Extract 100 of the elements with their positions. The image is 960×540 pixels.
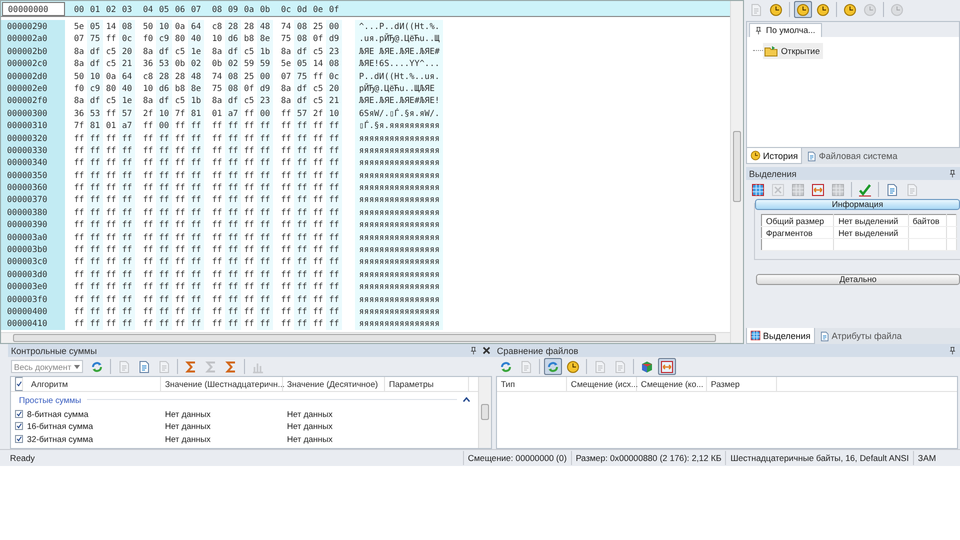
hex-byte[interactable]: 08: [294, 32, 310, 45]
checkbox[interactable]: [15, 410, 23, 418]
hex-byte[interactable]: 59: [257, 57, 273, 70]
hex-byte[interactable]: 05: [87, 20, 103, 32]
hex-byte[interactable]: ff: [119, 268, 135, 280]
hex-byte[interactable]: c5: [310, 44, 326, 58]
hex-byte[interactable]: ff: [278, 206, 294, 218]
hex-byte[interactable]: ff: [278, 255, 294, 268]
hex-byte[interactable]: ff: [294, 317, 310, 330]
scope-dropdown[interactable]: Весь документ: [11, 360, 83, 374]
hex-byte[interactable]: ff: [156, 292, 172, 305]
toolbar-button[interactable]: [658, 358, 676, 376]
hex-byte[interactable]: ff: [172, 243, 188, 256]
hex-byte[interactable]: 57: [119, 106, 135, 120]
hex-byte[interactable]: ff: [87, 218, 103, 231]
hex-byte[interactable]: f0: [140, 32, 156, 45]
hex-byte[interactable]: 02: [188, 57, 204, 70]
hex-byte[interactable]: 48: [257, 20, 273, 32]
hex-byte[interactable]: d6: [225, 32, 241, 45]
hex-byte[interactable]: 00: [156, 119, 172, 132]
hex-byte[interactable]: ff: [241, 218, 257, 231]
hex-byte[interactable]: 25: [310, 20, 326, 32]
hex-byte[interactable]: ff: [140, 218, 156, 231]
hex-byte[interactable]: ff: [257, 119, 273, 132]
hex-byte[interactable]: ff: [257, 181, 273, 194]
tree-item[interactable]: Открытие: [763, 43, 823, 59]
hex-byte[interactable]: ff: [294, 144, 310, 156]
hex-byte[interactable]: ff: [326, 255, 342, 268]
hex-byte[interactable]: c5: [172, 94, 188, 107]
hex-byte[interactable]: ff: [140, 144, 156, 156]
hex-byte[interactable]: ff: [209, 280, 225, 293]
hex-byte[interactable]: ff: [310, 206, 326, 218]
hex-byte[interactable]: 1b: [188, 94, 204, 107]
hex-byte[interactable]: a7: [119, 119, 135, 132]
hex-byte[interactable]: ff: [87, 230, 103, 244]
hex-byte[interactable]: ff: [209, 193, 225, 206]
hex-byte[interactable]: ff: [188, 255, 204, 268]
hex-byte[interactable]: ff: [225, 193, 241, 206]
hex-byte[interactable]: ff: [326, 132, 342, 144]
hex-byte[interactable]: ff: [87, 255, 103, 268]
hex-byte[interactable]: ff: [310, 304, 326, 318]
hex-byte[interactable]: ff: [119, 255, 135, 268]
hex-byte[interactable]: ff: [156, 144, 172, 156]
toolbar-button[interactable]: [544, 358, 562, 376]
hex-byte[interactable]: 80: [103, 82, 119, 94]
hex-byte[interactable]: ff: [103, 230, 119, 244]
hex-byte[interactable]: c5: [241, 44, 257, 58]
vertical-scrollbar[interactable]: [478, 377, 491, 448]
hex-byte[interactable]: 5e: [278, 57, 294, 70]
hex-byte[interactable]: ff: [241, 255, 257, 268]
hex-byte[interactable]: ff: [172, 119, 188, 132]
hex-byte[interactable]: c5: [103, 44, 119, 58]
hex-byte[interactable]: ff: [140, 181, 156, 194]
hex-byte[interactable]: 8a: [140, 94, 156, 107]
hex-byte[interactable]: c8: [140, 70, 156, 82]
hex-byte[interactable]: ff: [209, 317, 225, 330]
hex-byte[interactable]: ff: [225, 268, 241, 280]
hex-byte[interactable]: ff: [188, 304, 204, 318]
hex-byte[interactable]: ff: [71, 243, 87, 256]
hex-byte[interactable]: ff: [188, 193, 204, 206]
collapse-icon[interactable]: [462, 397, 470, 402]
hex-byte[interactable]: ff: [241, 206, 257, 218]
hex-byte[interactable]: d9: [326, 32, 342, 45]
column-header[interactable]: Значение (Десятичное): [283, 377, 385, 392]
hex-byte[interactable]: ff: [71, 304, 87, 318]
hex-byte[interactable]: ff: [310, 193, 326, 206]
hex-byte[interactable]: ff: [241, 243, 257, 256]
hex-byte[interactable]: df: [156, 94, 172, 107]
hex-byte[interactable]: ff: [103, 206, 119, 218]
hex-byte[interactable]: 07: [71, 32, 87, 45]
hex-byte[interactable]: a7: [225, 106, 241, 120]
hex-byte[interactable]: ff: [326, 230, 342, 244]
hex-byte[interactable]: ff: [209, 268, 225, 280]
hex-byte[interactable]: ff: [278, 230, 294, 244]
hex-byte[interactable]: ff: [156, 193, 172, 206]
hex-byte[interactable]: ff: [119, 243, 135, 256]
hex-byte[interactable]: ff: [172, 230, 188, 244]
hex-byte[interactable]: ff: [87, 292, 103, 305]
hex-byte[interactable]: 36: [71, 106, 87, 120]
hex-byte[interactable]: ff: [156, 243, 172, 256]
hex-byte[interactable]: ff: [140, 268, 156, 280]
hex-byte[interactable]: 64: [188, 20, 204, 32]
hex-byte[interactable]: ff: [310, 144, 326, 156]
hex-byte[interactable]: 23: [257, 94, 273, 107]
hex-byte[interactable]: 08: [294, 20, 310, 32]
hex-byte[interactable]: ff: [257, 268, 273, 280]
hex-byte[interactable]: 36: [140, 57, 156, 70]
hex-byte[interactable]: ff: [103, 317, 119, 330]
column-header[interactable]: Параметры: [385, 377, 469, 392]
hex-byte[interactable]: ff: [119, 292, 135, 305]
hex-byte[interactable]: ff: [71, 218, 87, 231]
hex-byte[interactable]: ff: [71, 181, 87, 194]
hex-byte[interactable]: df: [225, 94, 241, 107]
hex-byte[interactable]: 01: [209, 106, 225, 120]
hex-byte[interactable]: ff: [310, 156, 326, 169]
checkbox[interactable]: [15, 434, 23, 443]
hex-byte[interactable]: 0a: [103, 70, 119, 82]
checkbox[interactable]: [15, 377, 23, 392]
hex-byte[interactable]: ff: [156, 218, 172, 231]
hex-byte[interactable]: ff: [326, 218, 342, 231]
